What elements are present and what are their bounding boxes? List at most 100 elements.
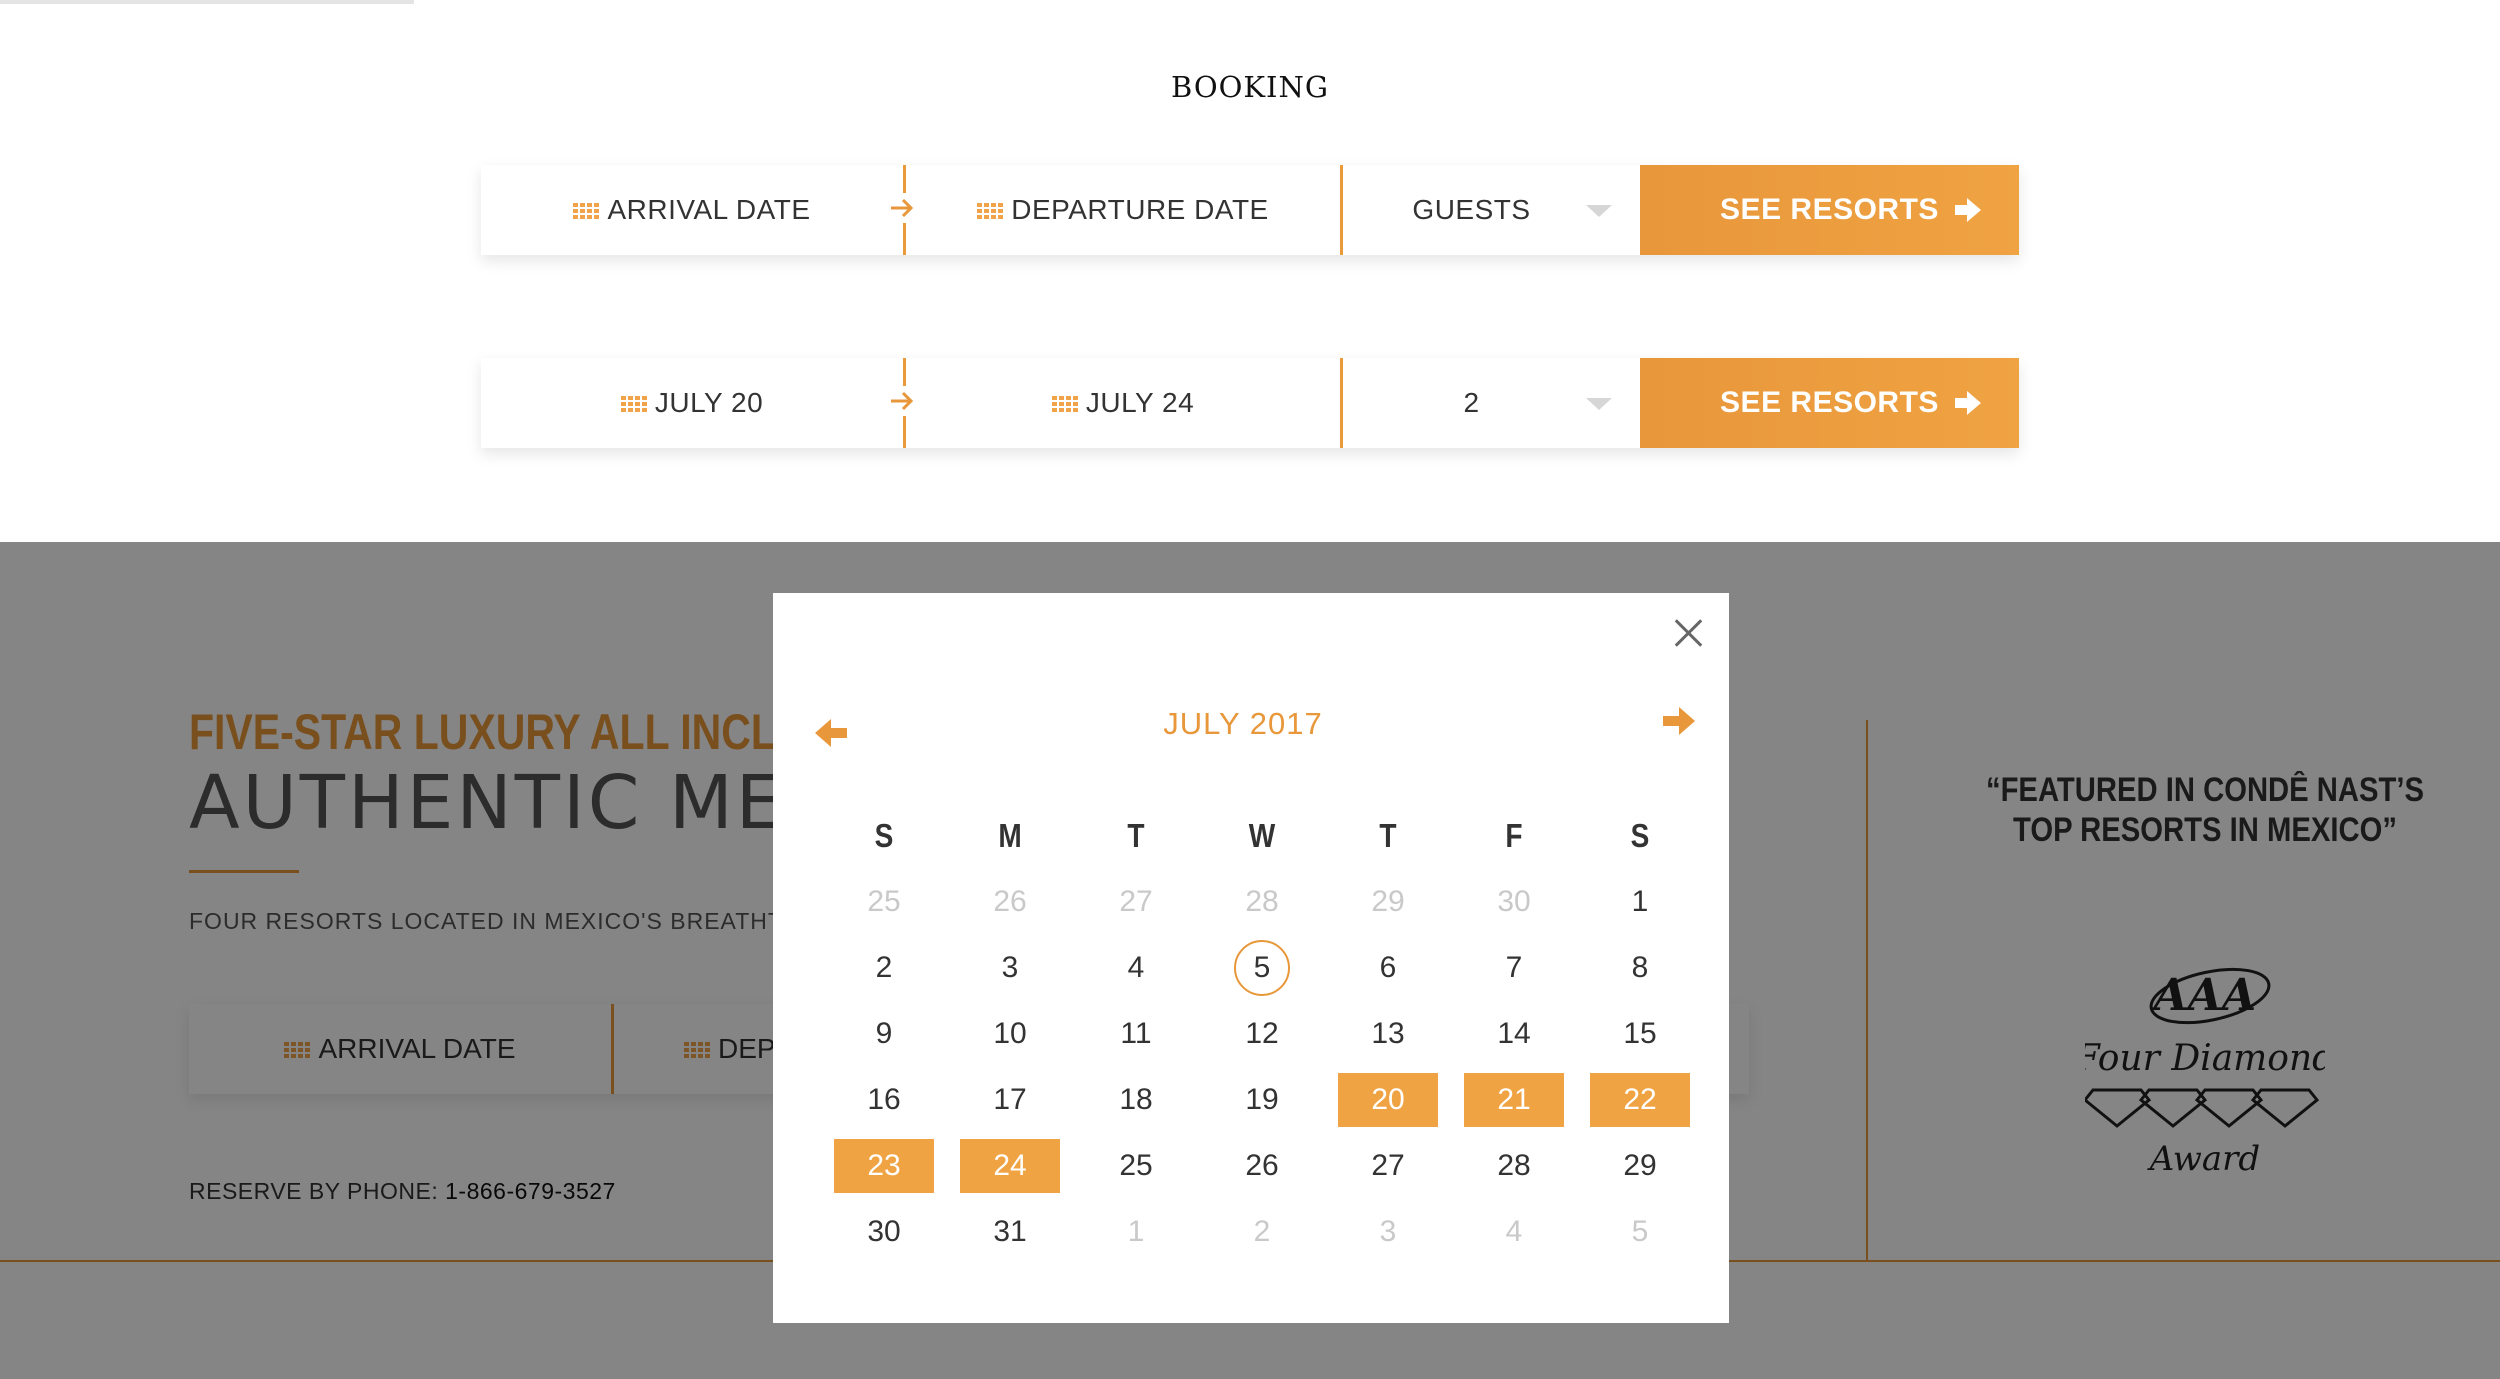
arrow-right-icon [887,193,917,223]
month-title: JULY 2017 [1163,706,1323,741]
calendar-day-number: 4 [1127,951,1145,984]
see-resorts-label: SEE RESORTS [1720,193,1939,226]
calendar-day[interactable]: 25 [821,869,947,935]
top-strip [0,0,414,4]
calendar-day-number: 9 [875,1017,893,1050]
arrival-date-field[interactable]: JULY 20 [481,358,917,448]
calendar-day-selected[interactable]: 21 [1451,1067,1577,1133]
calendar-day-number: 1 [1631,885,1649,918]
calendar-day-selected[interactable]: 24 [947,1133,1073,1199]
calendar-day[interactable]: 18 [1073,1067,1199,1133]
calendar-day[interactable]: 11 [1073,1001,1199,1067]
see-resorts-button[interactable]: SEE RESORTS [1640,165,2019,255]
arrival-date-field[interactable]: ARRIVAL DATE [481,165,917,255]
calendar-day[interactable]: 16 [821,1067,947,1133]
calendar-day-number: 24 [960,1139,1060,1193]
calendar-day-number: 3 [1001,951,1019,984]
calendar-day[interactable]: 1 [1073,1199,1199,1265]
calendar-day[interactable]: 25 [1073,1133,1199,1199]
arrow-right-icon [1955,198,1981,222]
calendar-day[interactable]: 30 [1451,869,1577,935]
calendar-day-selected[interactable]: 20 [1325,1067,1451,1133]
calendar-day[interactable]: 2 [1199,1199,1325,1265]
calendar-day[interactable]: 26 [947,869,1073,935]
calendar-day[interactable]: 15 [1577,1001,1703,1067]
guests-select[interactable]: 2 [1340,358,1640,448]
calendar-day-number: 15 [1623,1017,1657,1050]
calendar-day-today[interactable]: 5 [1199,935,1325,1001]
calendar-week-row: 2 3 4 5 6 7 8 [821,935,1703,1001]
calendar-icon [977,201,1004,219]
calendar-day-number: 17 [993,1083,1027,1116]
calendar-day[interactable]: 9 [821,1001,947,1067]
calendar-day-number: 19 [1245,1083,1279,1116]
arrow-right-icon [887,386,917,416]
departure-date-label: DEPARTURE DATE [1011,194,1269,225]
calendar-grid: SMTWTFS 25 26 27 28 29 30 1 2 3 4 5 6 7 8 9 10 11 12 13 14 1… [821,803,1703,1265]
weekday-label: T [1127,817,1145,854]
calendar-day-number: 2 [875,951,893,984]
calendar-day-number: 1 [1127,1215,1145,1248]
calendar-day[interactable]: 3 [1325,1199,1451,1265]
departure-date-value: JULY 24 [1085,387,1195,418]
calendar-day[interactable]: 19 [1199,1067,1325,1133]
calendar-day[interactable]: 8 [1577,935,1703,1001]
calendar-day-number: 29 [1623,1149,1657,1182]
calendar-day[interactable]: 4 [1073,935,1199,1001]
calendar-day[interactable]: 6 [1325,935,1451,1001]
calendar-day-number: 30 [1497,885,1531,918]
calendar-day[interactable]: 1 [1577,869,1703,935]
calendar-day[interactable]: 14 [1451,1001,1577,1067]
calendar-day-number: 10 [993,1017,1027,1050]
calendar-day[interactable]: 26 [1199,1133,1325,1199]
calendar-day[interactable]: 13 [1325,1001,1451,1067]
calendar-day[interactable]: 17 [947,1067,1073,1133]
weekday-label: S [1630,817,1650,854]
calendar-day[interactable]: 29 [1325,869,1451,935]
calendar-day[interactable]: 30 [821,1199,947,1265]
next-month-arrow-icon[interactable] [1661,705,1697,737]
departure-date-field[interactable]: DEPARTURE DATE [903,165,1340,255]
calendar-day-number: 4 [1505,1215,1523,1248]
calendar-day-number: 12 [1245,1017,1279,1050]
calendar-day[interactable]: 12 [1199,1001,1325,1067]
calendar-icon [620,394,647,412]
calendar-day-number: 23 [834,1139,934,1193]
guests-value: 2 [1463,387,1480,418]
calendar-day-number: 31 [993,1215,1027,1248]
calendar-day[interactable]: 7 [1451,935,1577,1001]
guests-label: GUESTS [1412,194,1531,225]
calendar-day[interactable]: 5 [1577,1199,1703,1265]
calendar-day[interactable]: 27 [1073,869,1199,935]
calendar-day-number: 27 [1371,1149,1405,1182]
calendar-day[interactable]: 31 [947,1199,1073,1265]
calendar-day[interactable]: 28 [1199,869,1325,935]
calendar-day[interactable]: 28 [1451,1133,1577,1199]
weekday-label: F [1505,817,1523,854]
calendar-day[interactable]: 10 [947,1001,1073,1067]
guests-select[interactable]: GUESTS [1340,165,1640,255]
calendar-day[interactable]: 27 [1325,1133,1451,1199]
weekday-label: S [874,817,894,854]
calendar-day-number: 8 [1631,951,1649,984]
arrival-date-value: JULY 20 [654,387,764,418]
chevron-down-icon [1586,398,1612,410]
calendar-day[interactable]: 29 [1577,1133,1703,1199]
date-picker-modal: JULY 2017 SMTWTFS 25 26 27 28 29 30 1 2 3 4 5 6 7 8 9 1… [773,593,1729,1323]
close-icon[interactable] [1669,613,1709,653]
calendar-day[interactable]: 4 [1451,1199,1577,1265]
see-resorts-label: SEE RESORTS [1720,386,1939,419]
calendar-day-selected[interactable]: 22 [1577,1067,1703,1133]
see-resorts-button[interactable]: SEE RESORTS [1640,358,2019,448]
weekday-header-row: SMTWTFS [821,803,1703,869]
calendar-day[interactable]: 3 [947,935,1073,1001]
calendar-day-number: 30 [867,1215,901,1248]
calendar-day-number: 28 [1245,885,1279,918]
calendar-day-number: 7 [1505,951,1523,984]
calendar-day-selected[interactable]: 23 [821,1133,947,1199]
calendar-day[interactable]: 2 [821,935,947,1001]
calendar-day-number: 22 [1590,1073,1690,1127]
calendar-icon [1051,394,1078,412]
departure-date-field[interactable]: JULY 24 [903,358,1340,448]
booking-bar-empty: ARRIVAL DATE DEPARTURE DATE GUESTS SEE R… [481,165,2019,255]
